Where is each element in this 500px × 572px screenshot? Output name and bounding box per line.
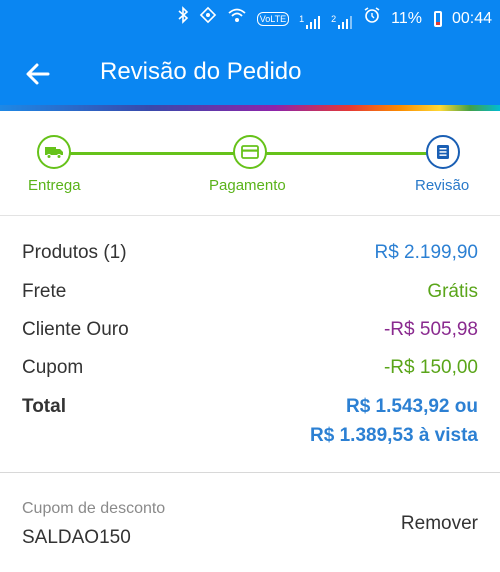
truck-icon [45,147,63,159]
products-label: Produtos (1) [22,242,127,263]
step-pagamento[interactable] [233,135,267,169]
sim1-label: 1 [299,13,305,24]
clock-time: 00:44 [451,9,492,27]
coupon-label: Cupom [22,357,84,378]
battery-icon [433,10,442,27]
bluetooth-icon [177,6,189,31]
products-value: R$ 2.199,90 [374,242,478,263]
summary-row-products: Produtos (1) R$ 2.199,90 [22,242,478,272]
app-bar: VoLTE 1 2 11% 00:44 Revisão do Pedido [0,0,500,110]
coupon-value: -R$ 150,00 [383,357,478,378]
step-label-pagamento: Pagamento [209,177,286,194]
coupon-caption: Cupom de desconto [22,500,166,517]
total-cash-value: R$ 1.389,53 à vista [310,425,478,446]
shipping-value: Grátis [427,281,478,302]
signal-sim1-icon: 1 [299,8,321,30]
step-revisao[interactable] [426,135,460,169]
rotate-icon [199,6,217,31]
status-bar: VoLTE 1 2 11% 00:44 [0,0,500,36]
alarm-icon [363,6,381,31]
summary-row-shipping: Frete Grátis [22,281,478,311]
summary-row-total: Total R$ 1.543,92 ou R$ 1.389,53 à vista [22,396,478,456]
wifi-icon [227,7,247,30]
total-label: Total [22,396,66,417]
gold-client-value: -R$ 505,98 [383,319,478,340]
step-entrega[interactable] [37,135,71,169]
volte-badge: VoLTE [256,11,290,26]
arrow-left-icon [26,63,50,85]
checkout-stepper: Entrega Pagamento Revisão [0,111,500,216]
step-label-revisao: Revisão [415,177,470,194]
credit-card-icon [241,145,259,159]
shipping-label: Frete [22,281,67,302]
signal-sim2-icon: 2 [331,8,353,30]
section-divider [0,472,500,473]
battery-percent: 11% [391,9,422,27]
back-button[interactable] [20,56,56,92]
coupon-code: SALDAO150 [22,527,131,548]
stepper-divider [0,215,500,216]
gold-client-label: Cliente Ouro [22,319,129,340]
sim2-label: 2 [331,13,337,24]
summary-row-coupon: Cupom -R$ 150,00 [22,357,478,387]
page-title: Revisão do Pedido [100,58,302,85]
document-icon [437,145,449,159]
total-installments-value: R$ 1.543,92 ou [345,396,478,417]
step-label-entrega: Entrega [28,177,81,194]
summary-row-gold-client: Cliente Ouro -R$ 505,98 [22,319,478,349]
remove-coupon-button[interactable]: Remover [401,513,478,535]
